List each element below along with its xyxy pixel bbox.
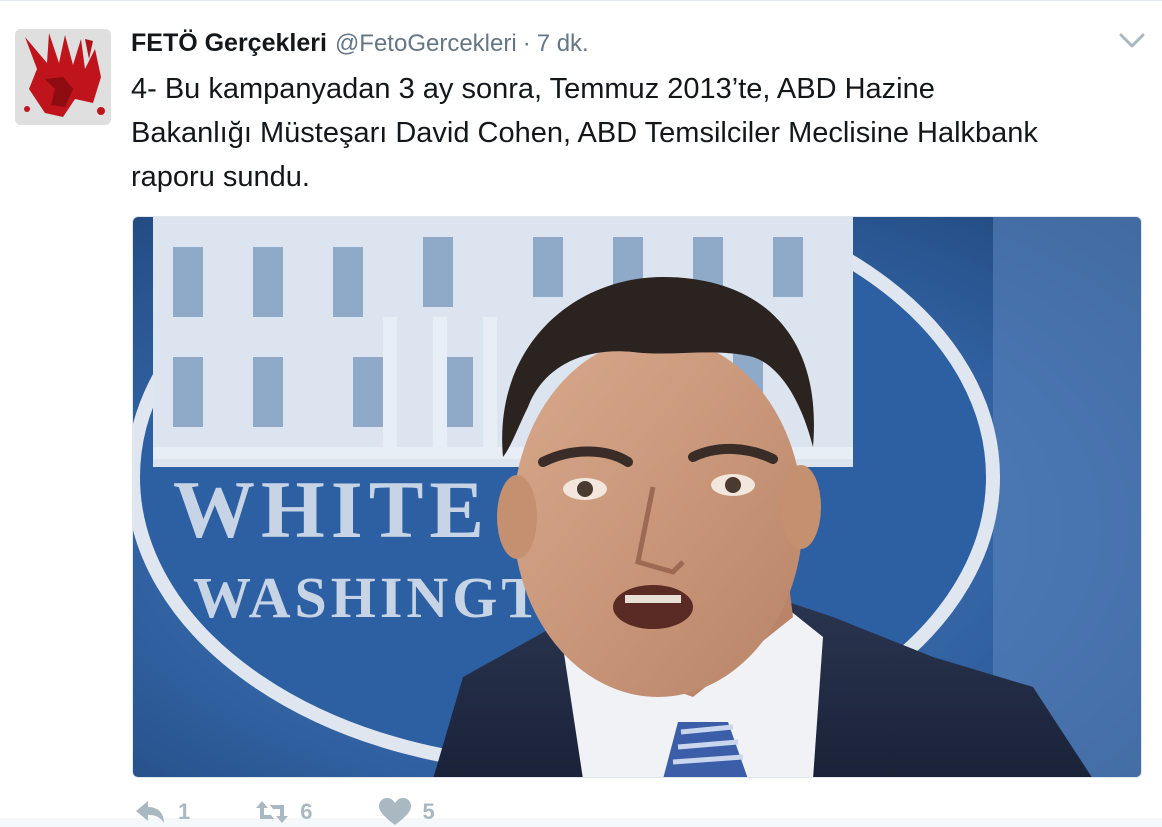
tweet-text-line: Bakanlığı Müsteşarı David Cohen, ABD Tem… — [131, 117, 1038, 149]
tweet-text-line: 4- Bu kampanyadan 3 ay sonra, Temmuz 201… — [131, 73, 935, 105]
chevron-down-icon[interactable] — [1118, 29, 1146, 53]
tweet-media-photo[interactable]: WHITE WASHINGTO — [132, 216, 1142, 778]
tweet-text-line: raporu sundu. — [131, 161, 310, 193]
reply-count: 1 — [178, 799, 191, 824]
tweet: FETÖ Gerçekleri @FetoGercekleri · 7 dk. … — [0, 0, 1162, 825]
tweet-header: FETÖ Gerçekleri @FetoGercekleri · 7 dk. — [131, 29, 589, 59]
tweet-text: 4- Bu kampanyadan 3 ay sonra, Temmuz 201… — [131, 67, 1141, 199]
heart-icon — [378, 798, 411, 825]
retweet-icon — [256, 801, 289, 823]
sign-text-white: WHITE — [173, 464, 490, 555]
like-count: 5 — [422, 799, 435, 824]
reply-icon — [136, 801, 164, 823]
retweet-button[interactable]: 6 — [254, 797, 313, 827]
avatar[interactable] — [15, 29, 111, 125]
press-briefing-photo: WHITE WASHINGTO — [133, 217, 1141, 777]
author-username[interactable]: @FetoGercekleri — [335, 30, 517, 58]
retweet-count: 6 — [300, 799, 313, 824]
avatar-image — [15, 29, 111, 125]
author-fullname[interactable]: FETÖ Gerçekleri — [131, 29, 327, 58]
tweet-timestamp[interactable]: 7 dk. — [537, 30, 589, 58]
tweet-actions: 1 6 5 — [132, 797, 499, 827]
like-button[interactable]: 5 — [377, 797, 435, 827]
header-separator: · — [522, 30, 531, 57]
reply-button[interactable]: 1 — [132, 797, 190, 827]
